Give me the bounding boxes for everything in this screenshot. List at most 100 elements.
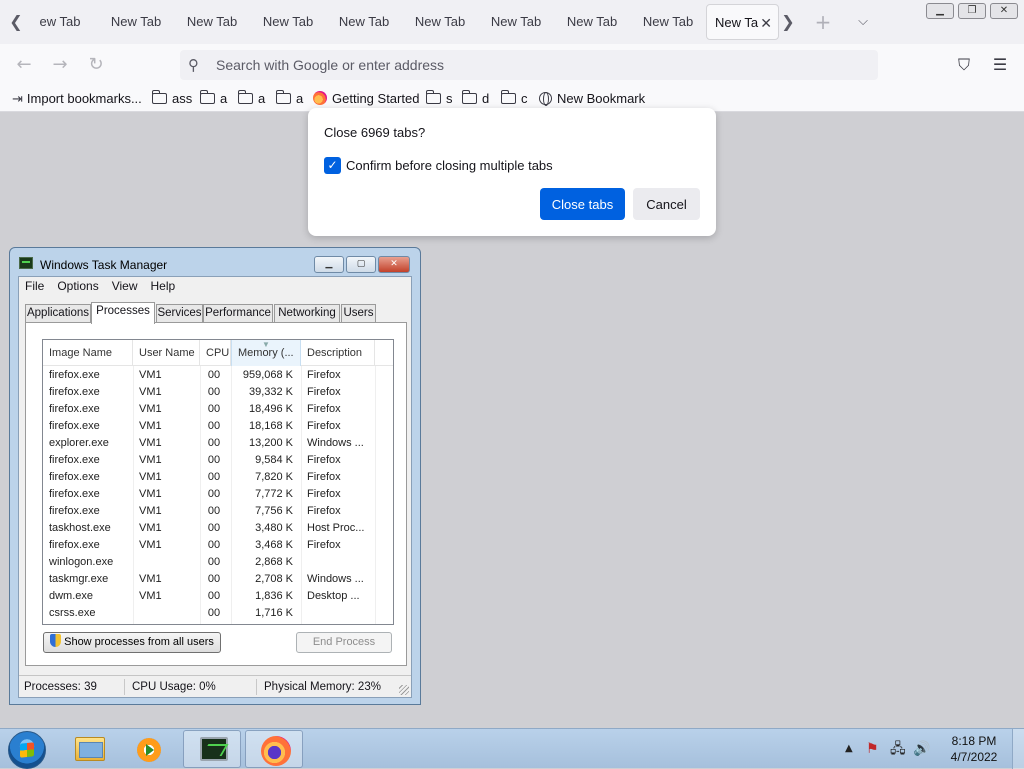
new-tab-plus-icon[interactable]: + [811,8,835,36]
cell-memory: 13,200 K [248,437,293,449]
tm-minimize-button[interactable]: ▁ [314,256,344,273]
start-button[interactable] [8,731,46,769]
hamburger-menu-icon[interactable]: ☰ [988,53,1012,77]
taskbar-firefox[interactable] [245,730,303,768]
table-row[interactable]: firefox.exe VM1 00 959,068 K Firefox [43,367,393,384]
table-row[interactable]: firefox.exe VM1 00 7,820 K Firefox [43,469,393,486]
tab-8[interactable]: New Tab [554,4,630,40]
tab-label: New Tab [642,14,694,29]
tab-users[interactable]: Users [341,304,376,323]
menu-item-file[interactable]: File [25,279,44,293]
cell-desc: Firefox [307,471,341,483]
cell-user: VM1 [139,488,162,500]
taskbar-task-manager[interactable] [183,730,241,768]
url-bar[interactable]: ⚲ [180,50,878,80]
cell-user: VM1 [139,403,162,415]
column-header[interactable]: CPU [200,340,231,366]
tab-applications[interactable]: Applications [25,304,91,323]
bookmark-item[interactable]: s [425,90,453,108]
table-row[interactable]: explorer.exe VM1 00 13,200 K Windows ... [43,435,393,452]
restore-window-button[interactable]: ❐ [958,3,986,19]
table-row[interactable]: firefox.exe VM1 00 18,168 K Firefox [43,418,393,435]
bookmark-item[interactable]: a [237,90,265,108]
column-header[interactable]: Memory (... ▼ [231,340,301,366]
table-row[interactable]: firefox.exe VM1 00 9,584 K Firefox [43,452,393,469]
bookmark-item[interactable]: ⇥ Import bookmarks... [12,90,142,108]
column-header[interactable]: Description [301,340,375,366]
action-center-flag-icon[interactable]: ⚑ [866,729,879,769]
menu-item-help[interactable]: Help [151,279,176,293]
menu-item-options[interactable]: Options [57,279,98,293]
taskbar-media-player[interactable] [120,730,178,768]
menu-item-view[interactable]: View [112,279,138,293]
show-all-users-button[interactable]: Show processes from all users [43,632,221,653]
tab-2[interactable]: New Tab [98,4,174,40]
table-row[interactable]: firefox.exe VM1 00 7,772 K Firefox [43,486,393,503]
list-all-tabs-chevron-icon[interactable]: ⌵ [851,8,875,36]
show-desktop-button[interactable] [1012,729,1024,769]
scroll-tabs-right-icon[interactable]: ❯ [776,8,800,36]
network-icon[interactable]: 🖧 [890,729,906,769]
table-row[interactable]: firefox.exe VM1 00 7,756 K Firefox [43,503,393,520]
back-arrow-icon[interactable]: ← [11,52,37,78]
volume-icon[interactable]: 🔊 [913,729,930,769]
tab-4[interactable]: New Tab [250,4,326,40]
cell-desc: Desktop ... [307,590,360,602]
forward-arrow-icon[interactable]: → [47,52,73,78]
end-process-button[interactable]: End Process [296,632,392,653]
table-row[interactable]: winlogon.exe 00 2,868 K [43,554,393,571]
column-header[interactable]: Image Name [43,340,133,366]
tab-7[interactable]: New Tab [478,4,554,40]
tab-1[interactable]: ew Tab [22,4,98,40]
cell-memory: 3,468 K [255,539,293,551]
close-window-button[interactable]: ✕ [990,3,1018,19]
bookmark-item[interactable]: a [275,90,303,108]
taskbar-explorer[interactable] [60,730,118,768]
bookmark-item[interactable]: c [500,90,528,108]
table-row[interactable]: firefox.exe VM1 00 3,468 K Firefox [43,537,393,554]
task-manager-titlebar[interactable]: Windows Task Manager ▁ ▢ ✕ [10,248,420,278]
table-row[interactable]: taskhost.exe VM1 00 3,480 K Host Proc... [43,520,393,537]
tab-performance[interactable]: Performance [203,304,273,323]
tab-networking[interactable]: Networking [274,304,340,323]
table-row[interactable]: taskmgr.exe VM1 00 2,708 K Windows ... [43,571,393,588]
tab-10[interactable]: New Ta ✕ [706,4,779,40]
table-row[interactable]: firefox.exe VM1 00 18,496 K Firefox [43,401,393,418]
close-tabs-button[interactable]: Close tabs [540,188,625,220]
confirm-checkbox[interactable]: ✓ [324,157,341,174]
cancel-button[interactable]: Cancel [633,188,700,220]
table-row[interactable]: csrss.exe 00 1,716 K [43,605,393,622]
tab-5[interactable]: New Tab [326,4,402,40]
system-clock[interactable]: 8:18 PM 4/7/2022 [944,733,1004,765]
tm-close-button[interactable]: ✕ [378,256,410,273]
table-row[interactable]: firefox.exe VM1 00 39,332 K Firefox [43,384,393,401]
bookmark-item[interactable]: d [461,90,489,108]
reload-icon[interactable]: ↻ [83,52,109,78]
bookmark-item[interactable]: a [199,90,227,108]
pocket-icon[interactable]: ⛉ [952,53,976,77]
tm-maximize-button[interactable]: ▢ [346,256,376,273]
confirm-checkbox-label[interactable]: Confirm before closing multiple tabs [346,158,553,173]
search-input[interactable] [214,54,854,76]
show-all-users-label: Show processes from all users [64,636,214,648]
column-header-label: User Name [139,347,195,359]
table-row[interactable]: dwm.exe VM1 00 1,836 K Desktop ... [43,588,393,605]
column-header[interactable]: User Name [133,340,200,366]
cell-memory: 959,068 K [242,369,293,381]
column-header-label: CPU [206,347,230,359]
bookmark-item[interactable]: New Bookmark [539,90,645,108]
process-list[interactable]: Image Name User Name CPU Memory (... ▼ Descri… [42,339,394,625]
close-tab-icon[interactable]: ✕ [760,5,772,39]
tab-6[interactable]: New Tab [402,4,478,40]
tab-services[interactable]: Services [156,304,203,323]
bookmark-item[interactable]: ass [151,90,192,108]
resize-grip[interactable] [399,685,409,695]
minimize-window-button[interactable]: ▁ [926,3,954,19]
show-hidden-icons-arrow-icon[interactable]: ▲ [845,729,853,769]
bookmark-item[interactable]: Getting Started [313,90,419,108]
tab-3[interactable]: New Tab [174,4,250,40]
cell-cpu: 00 [207,488,221,500]
window-title: Windows Task Manager [40,258,168,272]
tab-9[interactable]: New Tab [630,4,706,40]
tab-processes[interactable]: Processes [91,302,155,324]
